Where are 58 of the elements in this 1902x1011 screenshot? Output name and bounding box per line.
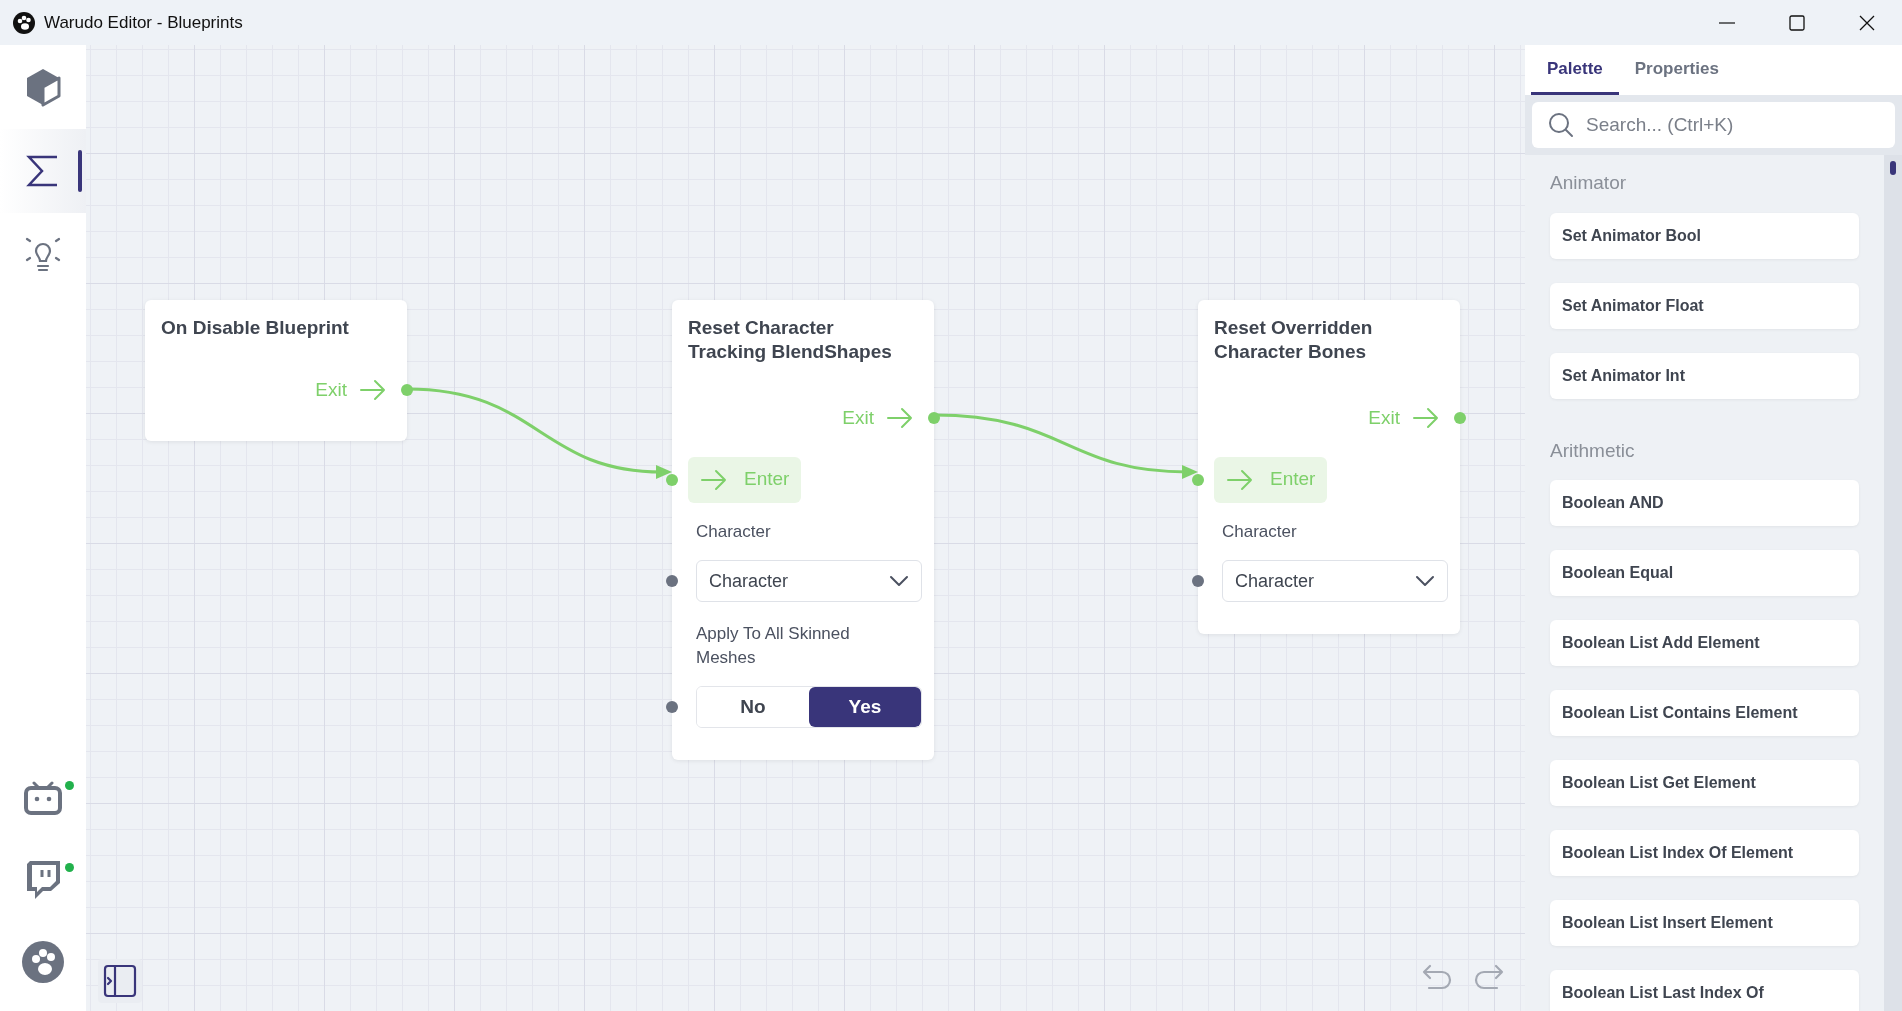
panel-tab[interactable]: Properties [1618,45,1735,95]
input-port[interactable] [666,701,678,713]
palette-item[interactable]: Set Animator Float [1550,282,1859,329]
scrollbar-thumb[interactable] [1890,161,1896,175]
paw-logo-icon [12,10,36,35]
sidebar-expand-icon [103,964,137,998]
tv-robot-icon [24,781,62,815]
arrow-right-icon [700,468,728,491]
chevron-down-icon [1415,575,1435,587]
search-field[interactable]: Search... (Ctrl+K) [1532,102,1895,148]
palette-item[interactable]: Boolean List Add Element [1550,620,1859,666]
field-label: Character [695,520,772,543]
input-port[interactable] [1192,575,1204,587]
lightbulb-icon [25,236,61,274]
maximize-icon [1789,14,1805,31]
sigma-icon [26,154,60,188]
palette-item[interactable]: Set Animator Int [1550,352,1859,399]
exit-label: Exit [1368,406,1400,430]
group-heading: Arithmetic [1550,438,1636,463]
search-icon [1548,112,1574,138]
palette-item[interactable]: Boolean List Index Of Element [1550,830,1859,876]
close-icon [1859,14,1875,31]
palette-item[interactable]: Boolean Equal [1550,550,1859,596]
palette-item[interactable]: Boolean AND [1550,480,1859,526]
character-dropdown[interactable]: Character [696,560,922,602]
arrow-right-icon [1412,407,1440,430]
active-indicator [78,150,82,192]
panel-toggle-button[interactable] [98,959,142,1003]
arrow-right-icon [359,379,387,402]
group-heading: Animator [1550,171,1628,195]
palette-item[interactable]: Boolean List Last Index Of [1550,970,1859,1011]
paw-logo-icon [21,940,65,984]
field-label: Apply To All Skinned Meshes [696,623,851,669]
node-title: Reset Character Tracking BlendShapes [687,316,893,364]
field-label: Character [1221,520,1298,543]
node-title: Reset Overridden Character Bones [1213,316,1374,364]
palette-item[interactable]: Set Animator Bool [1550,212,1859,259]
search-input[interactable]: Search... (Ctrl+K) [1586,110,1879,140]
input-port[interactable] [666,575,678,587]
scrollbar[interactable] [1884,155,1902,1011]
minimize-icon [1719,21,1735,24]
panel-tab[interactable]: Palette [1531,45,1619,95]
chevron-down-icon [889,575,909,587]
exit-label: Exit [842,406,874,430]
blueprint-node[interactable] [145,300,407,441]
palette-item[interactable]: Boolean List Get Element [1550,760,1859,806]
window-title: Warudo Editor - Blueprints [44,11,243,34]
arrow-right-icon [886,407,914,430]
chat-bubble-icon [25,860,61,900]
arrow-right-icon [1226,468,1254,491]
node-title: On Disable Blueprint [160,316,350,340]
character-dropdown[interactable]: Character [1222,560,1448,602]
palette-item[interactable]: Boolean List Insert Element [1550,900,1859,946]
palette-item[interactable]: Boolean List Contains Element [1550,690,1859,736]
toggle-option[interactable]: Yes [809,687,921,727]
cube-icon [24,67,62,107]
exit-label: Exit [315,378,347,402]
blueprint-canvas[interactable]: On Disable Blueprint Exit Reset Character Tracking BlendShapes Exit Enter Character Character Apply To All Skinned Meshes No Yes Reset Overridden Character Bones Exit Enter Character Character [86,45,1525,1011]
